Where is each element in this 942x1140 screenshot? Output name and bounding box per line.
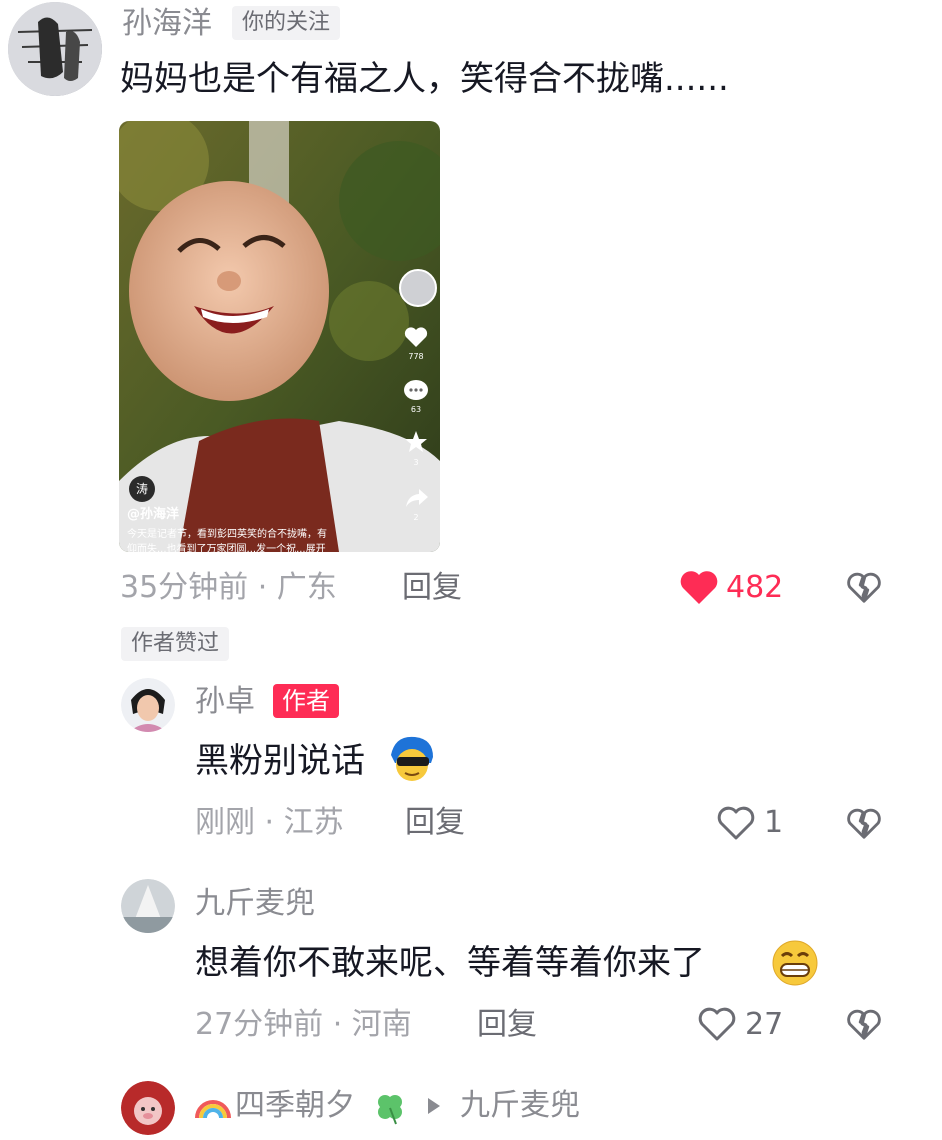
like-count: 27 (745, 1007, 784, 1042)
rainbow-emoji (195, 1088, 231, 1124)
video-overlay-caption-2: 仰而失...也看到了万家团圆...发一个祝...展开 (127, 544, 326, 552)
video-share-icon (405, 487, 429, 509)
avatar-sijizhaoxi[interactable] (121, 1081, 175, 1135)
reply-author[interactable]: 九斤麦兜 (195, 884, 315, 924)
video-like-count: 778 (408, 352, 424, 361)
like-count: 482 (726, 570, 784, 605)
reply-to-name[interactable]: 九斤麦兜 (460, 1086, 580, 1126)
reply-button[interactable]: 回复 (405, 803, 465, 843)
avatar-sunhaiyang[interactable] (8, 2, 102, 96)
video-frame-image (119, 121, 440, 552)
reply-author[interactable]: 孙卓 (195, 682, 255, 722)
clover-emoji (372, 1090, 408, 1126)
avatar-jiujinmaidou[interactable] (121, 879, 175, 933)
author-tag: 作者 (273, 684, 339, 718)
author-liked-tag: 作者赞过 (121, 627, 230, 661)
comment-text: 妈妈也是个有福之人，笑得合不拢嘴...... (120, 59, 729, 99)
avatar-image (121, 1081, 175, 1135)
video-overlay-author: @孙海洋 (127, 507, 180, 522)
grin-emoji (770, 938, 820, 988)
video-like-icon (403, 326, 429, 348)
avatar-image (8, 2, 102, 96)
video-overlay-caption-1: 今天是记者节，看到彭四英笑的合不拢嘴，有 (127, 529, 327, 540)
follow-tag: 你的关注 (232, 6, 341, 40)
heart-outline-icon[interactable] (697, 1006, 737, 1042)
video-comment-count: 63 (410, 405, 422, 414)
avatar-image (121, 678, 175, 732)
heart-filled-icon[interactable] (679, 569, 719, 605)
reply-button[interactable]: 回复 (477, 1005, 537, 1045)
dislike-heart-icon[interactable] (845, 569, 883, 605)
reply-button[interactable]: 回复 (402, 568, 462, 608)
reply-text: 想着你不敢来呢、等着等着你来了 (195, 943, 705, 983)
video-badge: 涛 (129, 476, 155, 502)
comment-time-location: 35分钟前 · 广东 (120, 570, 337, 605)
video-comment-icon (403, 379, 429, 403)
video-author-avatar (399, 269, 437, 307)
reply-time-location: 刚刚 · 江苏 (195, 805, 344, 840)
cool-emoji (387, 733, 437, 783)
reply-text: 黑粉别说话 (195, 741, 365, 781)
video-star-icon (404, 430, 428, 454)
dislike-heart-icon[interactable] (845, 805, 883, 841)
dislike-heart-icon[interactable] (845, 1006, 883, 1042)
heart-outline-icon[interactable] (716, 805, 756, 841)
video-thumbnail[interactable]: 778 63 3 2 涛 @孙海洋 今天是记者节，看到彭四英笑的合不拢嘴，有 仰… (119, 121, 440, 552)
comment-author[interactable]: 孙海洋 (122, 4, 212, 44)
like-count: 1 (764, 805, 784, 840)
video-share-count: 2 (413, 513, 419, 522)
avatar-image (121, 879, 175, 933)
avatar-sunzhuo[interactable] (121, 678, 175, 732)
reply-time-location: 27分钟前 · 河南 (195, 1007, 412, 1042)
arrow-right-icon (426, 1097, 442, 1115)
video-fav-count: 3 (413, 458, 419, 467)
reply-author[interactable]: 四季朝夕 (235, 1086, 355, 1126)
